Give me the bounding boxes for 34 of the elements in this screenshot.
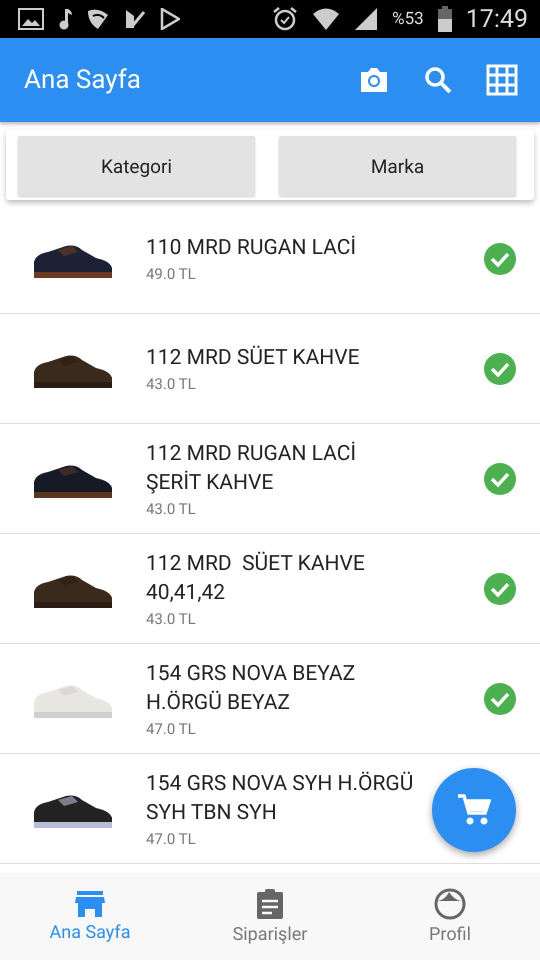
battery-icon	[438, 6, 452, 32]
product-price: 47.0 TL	[146, 830, 197, 848]
search-icon[interactable]	[424, 66, 452, 94]
play-icon	[160, 8, 180, 30]
music-note-icon	[58, 8, 72, 30]
grid-icon[interactable]	[486, 64, 518, 96]
camera-icon[interactable]	[358, 66, 390, 94]
product-price: 43.0 TL	[146, 610, 197, 628]
product-name: 112 MRD SÜET KAHVE	[146, 344, 361, 372]
clock-time: 17:49	[466, 4, 528, 34]
product-price: 49.0 TL	[146, 265, 197, 283]
filter-button[interactable]: Marka	[279, 136, 516, 196]
alarm-icon	[272, 6, 298, 32]
wifi-icon	[312, 6, 340, 32]
signal-icon	[354, 7, 378, 31]
filter-button[interactable]: Kategori	[18, 136, 255, 196]
nav-tab[interactable]: Ana Sayfa	[0, 873, 180, 960]
product-price: 47.0 TL	[146, 720, 197, 738]
product-name: 112 MRD RUGAN LACİ ŞERİT KAHVE	[146, 440, 358, 496]
cart-button[interactable]	[432, 768, 516, 852]
cart-icon	[457, 793, 491, 827]
product-name: 112 MRD SÜET KAHVE 40,41,42	[146, 550, 366, 606]
product-name: 154 GRS NOVA BEYAZ H.ÖRGÜ BEYAZ	[146, 660, 356, 716]
product-name: 110 MRD RUGAN LACİ	[146, 234, 358, 262]
nav-tab[interactable]: Siparişler	[180, 873, 360, 960]
clipboard-icon	[256, 888, 284, 920]
nav-tab[interactable]: Profil	[360, 873, 540, 960]
screen-title: Ana Sayfa	[24, 65, 142, 95]
product-price: 43.0 TL	[146, 500, 197, 518]
product-price: 43.0 TL	[146, 375, 197, 393]
product-name: 154 GRS NOVA SYH H.ÖRGÜ SYH TBN SYH	[146, 770, 414, 826]
battery-level-text: %53	[392, 9, 424, 29]
image-icon	[18, 8, 44, 30]
store-icon	[75, 890, 105, 918]
